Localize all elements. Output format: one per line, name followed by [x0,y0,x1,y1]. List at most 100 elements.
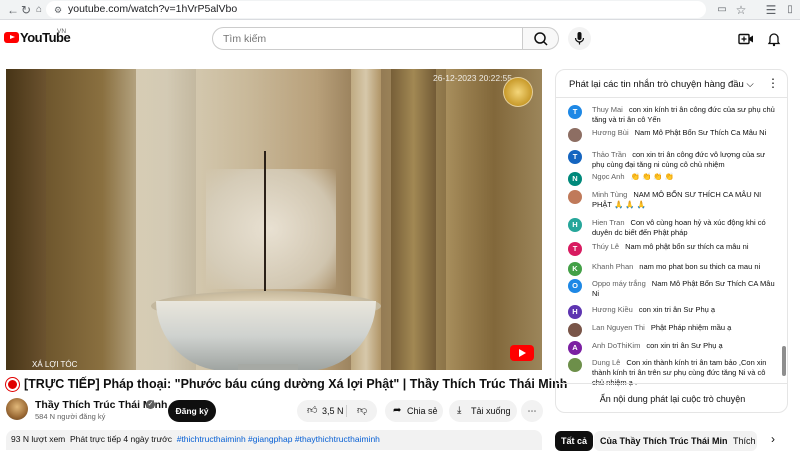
download-icon: ⤓ [457,405,462,416]
search-icon [534,32,548,46]
voice-search-button[interactable] [568,27,591,50]
like-icon[interactable]: 👍︎ [307,400,317,422]
chat-text: nam mo phat bon su thich ca mau ni [639,262,761,271]
video-frame-shadow [6,69,46,370]
sidebar-icon[interactable]: ▯ [783,3,797,17]
chat-author[interactable]: Minh Tùng [592,190,627,199]
chat-avatar[interactable]: T [568,242,582,256]
channel-watermark-logo [503,77,533,107]
reload-icon[interactable]: ↻ [19,3,33,17]
extensions-icon[interactable]: ☰ [764,3,778,17]
chat-avatar[interactable] [568,190,582,204]
region-label: VN [57,28,67,35]
verified-icon: ✓ [146,400,155,409]
like-divider [346,405,347,417]
incense-stick [264,151,266,301]
description-meta: 93 N lượt xem Phát trực tiếp 4 ngày trướ… [11,434,380,444]
microphone-icon [574,32,585,45]
chat-avatar[interactable] [568,358,582,372]
search-input[interactable]: Tìm kiếm [212,27,523,50]
download-label: Tải xuống [471,406,511,416]
channel-avatar[interactable] [6,398,28,420]
video-caption: XÁ LỢI TÓC [32,360,78,369]
chat-author[interactable]: Hương Kiều [592,305,633,314]
browser-toolbar: ← ↻ ⌂ ⚙ youtube.com/watch?v=1hVrP5alVbo … [0,0,800,20]
chip-related[interactable]: Thích [727,431,757,451]
share-icon: ➦ [393,405,402,416]
hashtags[interactable]: #thichtructhaiminh #giangphap #thaythich… [177,434,380,444]
chat-scrollbar[interactable] [782,346,786,376]
back-icon[interactable]: ← [6,3,20,17]
hide-chat-replay-button[interactable]: Ẩn nội dung phát lại cuộc trò chuyện [556,383,787,412]
bowl-stem [238,364,298,370]
view-count: 93 N lượt xem [11,434,66,444]
chat-avatar[interactable]: H [568,305,582,319]
chat-author[interactable]: Hien Tran [592,218,625,227]
create-button[interactable] [738,31,754,47]
hide-chat-label: Ẩn nội dung phát lại cuộc trò chuyện [599,394,746,404]
like-dislike-group: 👍︎ 3,5 N 👎︎ [297,400,377,422]
dislike-icon[interactable]: 👎︎ [357,400,367,422]
description-box[interactable]: 93 N lượt xem Phát trực tiếp 4 ngày trướ… [6,430,542,450]
chat-author[interactable]: Thảo Trần [592,150,626,159]
video-frame-pillar [391,69,436,370]
more-actions-button[interactable]: ⋯ [521,400,543,422]
home-icon[interactable]: ⌂ [32,3,46,17]
video-frame-pillar [446,69,542,370]
chat-avatar[interactable]: O [568,279,582,293]
youtube-play-icon[interactable] [510,345,534,361]
cast-icon[interactable]: ▭ [715,3,729,17]
chat-avatar[interactable] [568,128,582,142]
chat-author[interactable]: Anh DoThiKim [592,341,640,350]
youtube-play-icon [4,32,19,43]
chat-author[interactable]: Lan Nguyen Thi [592,323,645,332]
chat-text: Nam Mô Phật Bổn Sư Thích Ca Mâu Ni [634,128,767,137]
like-count[interactable]: 3,5 N [322,400,344,422]
star-icon[interactable]: ☆ [734,3,748,17]
share-label: Chia sẻ [407,406,438,416]
search-button[interactable] [522,27,559,50]
chat-mode-selector[interactable]: Phát lại các tin nhắn trò chuyện hàng đầ… [569,79,754,90]
more-vertical-icon[interactable]: ⋮ [767,76,779,90]
live-indicator-icon [6,378,19,391]
subscriber-count: 584 N người đăng ký [35,412,106,421]
stream-time: Phát trực tiếp 4 ngày trước [69,434,172,444]
chat-author[interactable]: Hương Bùi [592,128,629,137]
video-title: [TRỰC TIẾP] Pháp thoại: "Phước báu cúng … [24,377,568,391]
chat-author[interactable]: Thúy Lê [592,242,619,251]
chat-avatar[interactable]: T [568,150,582,164]
subscribe-button[interactable]: Đăng ký [168,400,216,422]
crystal-bowl [156,301,376,370]
url-text: youtube.com/watch?v=1hVrP5alVbo [68,3,238,15]
chat-text: con xin tri ân Sư Phụ ạ [646,341,723,350]
chat-avatar[interactable] [568,323,582,337]
chat-author[interactable]: Thuy Mai [592,105,623,114]
chat-author[interactable]: Dung Lê [592,358,620,367]
chat-avatar[interactable]: H [568,218,582,232]
chat-author[interactable]: Oppo máy trắng [592,279,646,288]
notifications-button[interactable] [766,31,782,47]
download-button[interactable]: ⤓ Tải xuống [449,400,517,422]
share-button[interactable]: ➦ Chia sẻ [385,400,443,422]
chevron-down-icon: ⌵ [746,79,754,90]
bell-icon [767,33,781,47]
address-bar[interactable]: ⚙ youtube.com/watch?v=1hVrP5alVbo [46,1,706,18]
chat-text: con xin tri ân Sư Phụ ạ [638,305,716,314]
chat-header[interactable]: Phát lại các tin nhắn trò chuyện hàng đầ… [556,70,787,98]
chat-avatar[interactable]: A [568,341,582,355]
chat-text: Nam mô phật bổn sư thích ca mâu ni [625,242,749,251]
chat-avatar[interactable]: K [568,262,582,276]
chat-text: 👏 👏 👏 👏 [630,172,675,181]
live-chat-panel: Phát lại các tin nhắn trò chuyện hàng đầ… [555,69,788,413]
video-frame-flowers [206,169,336,289]
chat-author[interactable]: Ngọc Anh [592,172,625,181]
search-placeholder: Tìm kiếm [223,33,267,45]
chip-all[interactable]: Tất cả [555,431,594,451]
chat-avatar[interactable]: T [568,105,582,119]
site-info-icon[interactable]: ⚙ [51,3,65,17]
chat-avatar[interactable]: N [568,172,582,186]
chat-author[interactable]: Khanh Phan [592,262,633,271]
video-player[interactable]: 26-12-2023 20:22:55 XÁ LỢI TÓC [6,69,542,370]
chip-from-channel[interactable]: Của Thầy Thích Trúc Thái Minh [594,431,740,451]
chevron-right-icon[interactable]: › [763,432,783,446]
